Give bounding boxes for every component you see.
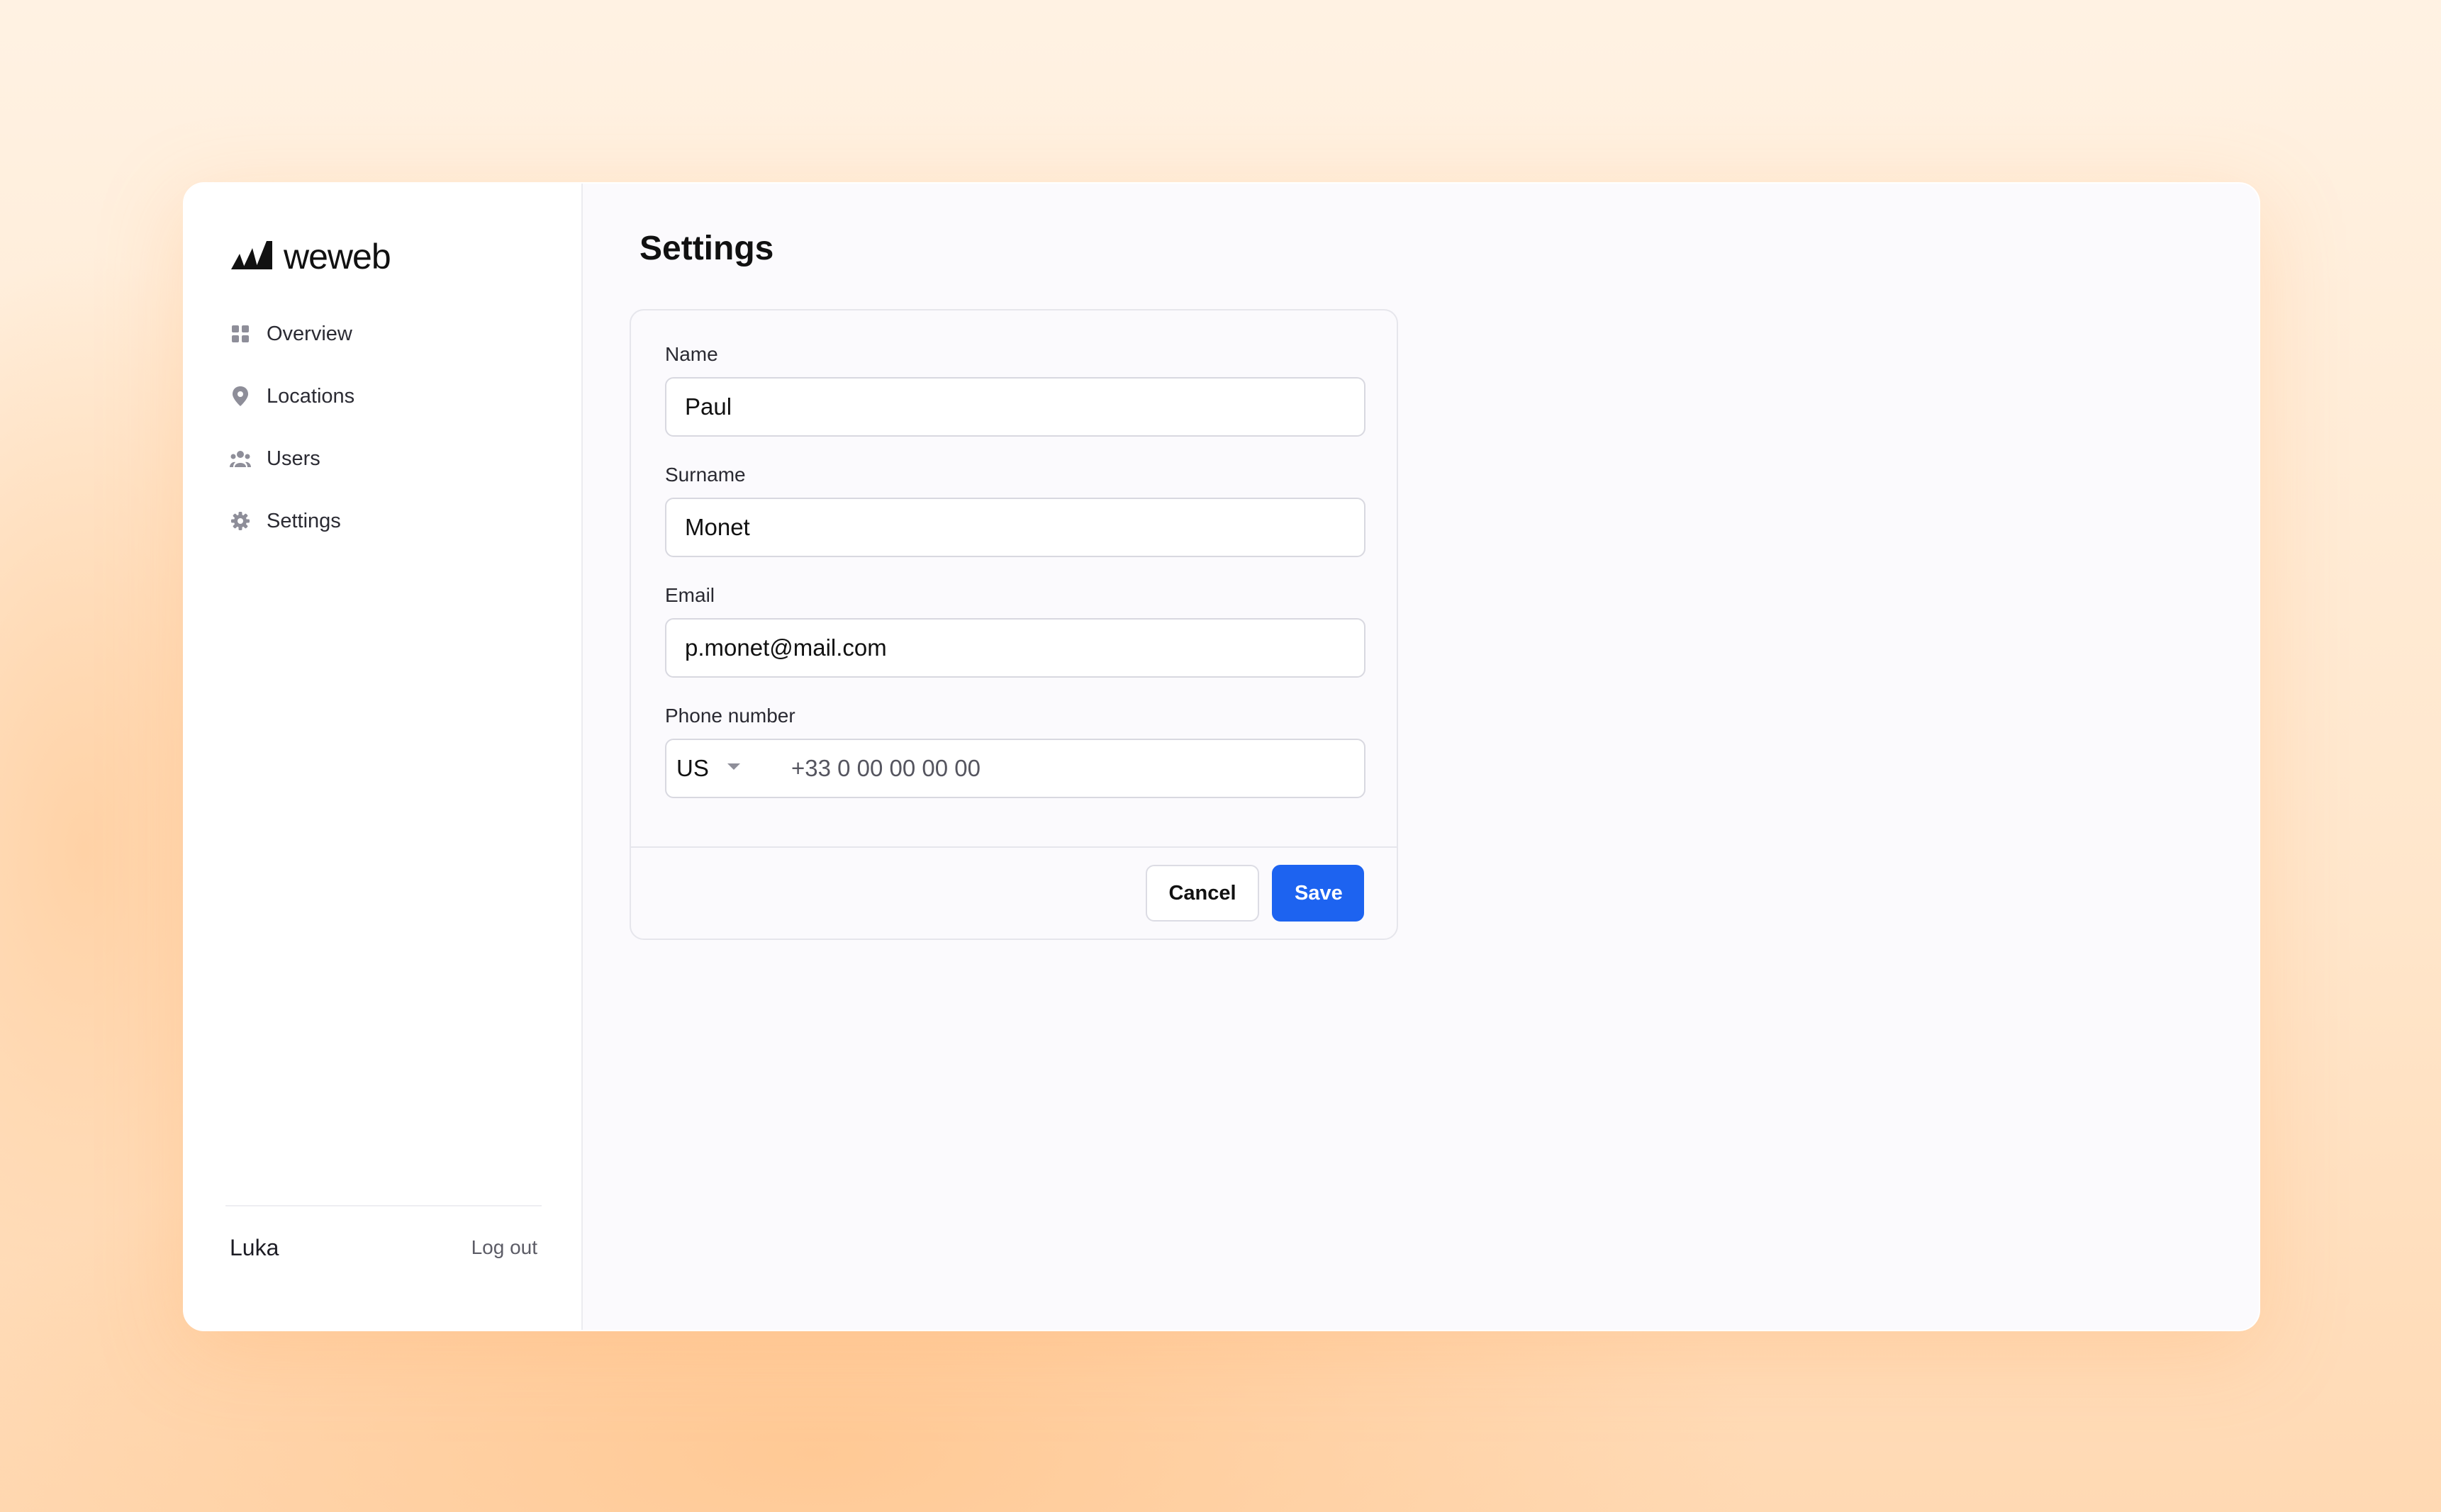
name-label: Name: [665, 343, 718, 365]
app-window: weweb Overview Locations Users Settings …: [183, 182, 2260, 1331]
logout-link[interactable]: Log out: [471, 1236, 537, 1259]
surname-field-group: Surname: [665, 464, 1365, 557]
sidebar-item-overview[interactable]: Overview: [230, 315, 354, 352]
grid-icon: [230, 323, 251, 345]
email-label: Email: [665, 584, 715, 606]
sidebar-nav: Overview Locations Users Settings: [230, 315, 354, 539]
country-code: US: [676, 755, 709, 781]
form-actions: Cancel Save: [631, 846, 1397, 939]
settings-form-card: Name Surname Email Phone number US: [630, 309, 1398, 940]
cancel-button[interactable]: Cancel: [1146, 865, 1259, 922]
save-button[interactable]: Save: [1272, 865, 1364, 922]
user-name: Luka: [230, 1235, 279, 1260]
phone-field-group: Phone number US: [665, 705, 1365, 798]
sidebar-item-locations[interactable]: Locations: [230, 378, 354, 415]
brand-logo[interactable]: weweb: [230, 236, 391, 277]
main-content: Settings Name Surname Email Phone number: [583, 184, 2259, 1330]
phone-input-group: US: [665, 739, 1365, 798]
sidebar-item-label: Settings: [267, 509, 341, 532]
sidebar-item-label: Users: [267, 447, 320, 470]
phone-label: Phone number: [665, 705, 795, 727]
sidebar-footer: Luka Log out: [225, 1205, 542, 1306]
caret-down-icon: [726, 762, 742, 775]
email-input[interactable]: [665, 618, 1365, 678]
email-field-group: Email: [665, 584, 1365, 678]
sidebar-item-label: Locations: [267, 384, 355, 408]
users-icon: [230, 448, 251, 469]
sidebar-item-users[interactable]: Users: [230, 440, 354, 477]
brand-name: weweb: [284, 237, 391, 276]
sidebar: weweb Overview Locations Users Settings …: [184, 184, 583, 1330]
weweb-logo-icon: [230, 240, 277, 274]
form-fields: Name Surname Email Phone number US: [631, 310, 1397, 798]
surname-label: Surname: [665, 464, 746, 486]
name-input[interactable]: [665, 377, 1365, 437]
phone-number-input[interactable]: [791, 740, 1364, 797]
sidebar-item-settings[interactable]: Settings: [230, 503, 354, 539]
gear-icon: [230, 510, 251, 532]
page-title: Settings: [639, 230, 774, 267]
surname-input[interactable]: [665, 498, 1365, 557]
name-field-group: Name: [665, 343, 1365, 437]
country-select[interactable]: US: [666, 740, 791, 797]
map-pin-icon: [230, 386, 251, 407]
sidebar-item-label: Overview: [267, 322, 352, 345]
